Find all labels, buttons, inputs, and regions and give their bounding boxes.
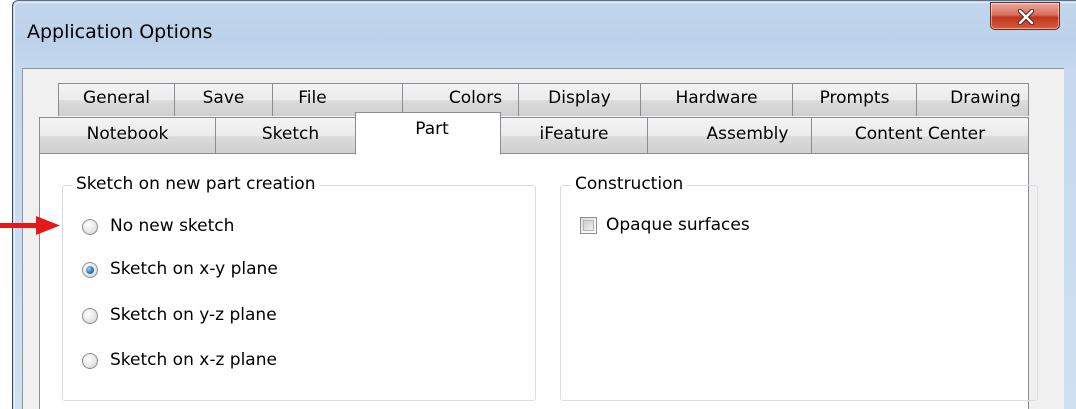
radio-label-sketch-xy[interactable]: Sketch on x-y plane [110, 259, 278, 279]
tab-sketch[interactable]: Sketch [215, 117, 358, 154]
tab-ifeature[interactable]: iFeature [500, 117, 648, 154]
tab-save[interactable]: Save [174, 83, 273, 116]
radio-sketch-xz[interactable] [82, 353, 98, 369]
radio-label-sketch-xz[interactable]: Sketch on x-z plane [110, 350, 277, 370]
construction-group-title: Construction [571, 174, 688, 194]
tab-general[interactable]: General [58, 83, 175, 116]
radio-label-no-new-sketch[interactable]: No new sketch [110, 216, 234, 236]
radio-no-new-sketch[interactable] [82, 219, 98, 235]
tab-notebook[interactable]: Notebook [39, 117, 216, 154]
tab-assembly[interactable]: Assembly [647, 117, 812, 154]
radio-label-sketch-yz[interactable]: Sketch on y-z plane [110, 305, 277, 325]
tab-content-center[interactable]: Content Center [811, 117, 1029, 154]
tab-display[interactable]: Display [518, 83, 641, 116]
radio-sketch-yz[interactable] [82, 308, 98, 324]
opaque-surfaces-label[interactable]: Opaque surfaces [606, 215, 750, 235]
close-icon [1017, 9, 1035, 25]
radio-sketch-xy[interactable] [82, 262, 98, 278]
tab-drawing[interactable]: Drawing [916, 83, 1029, 116]
annotation-arrow-icon [0, 216, 60, 235]
tab-part[interactable]: Part [355, 112, 501, 155]
sketch-group-title: Sketch on new part creation [72, 174, 320, 194]
window-title: Application Options [27, 21, 213, 43]
close-button[interactable] [990, 2, 1060, 30]
tab-prompts[interactable]: Prompts [792, 83, 917, 116]
tab-hardware[interactable]: Hardware [640, 83, 793, 116]
opaque-surfaces-checkbox[interactable] [580, 217, 597, 234]
